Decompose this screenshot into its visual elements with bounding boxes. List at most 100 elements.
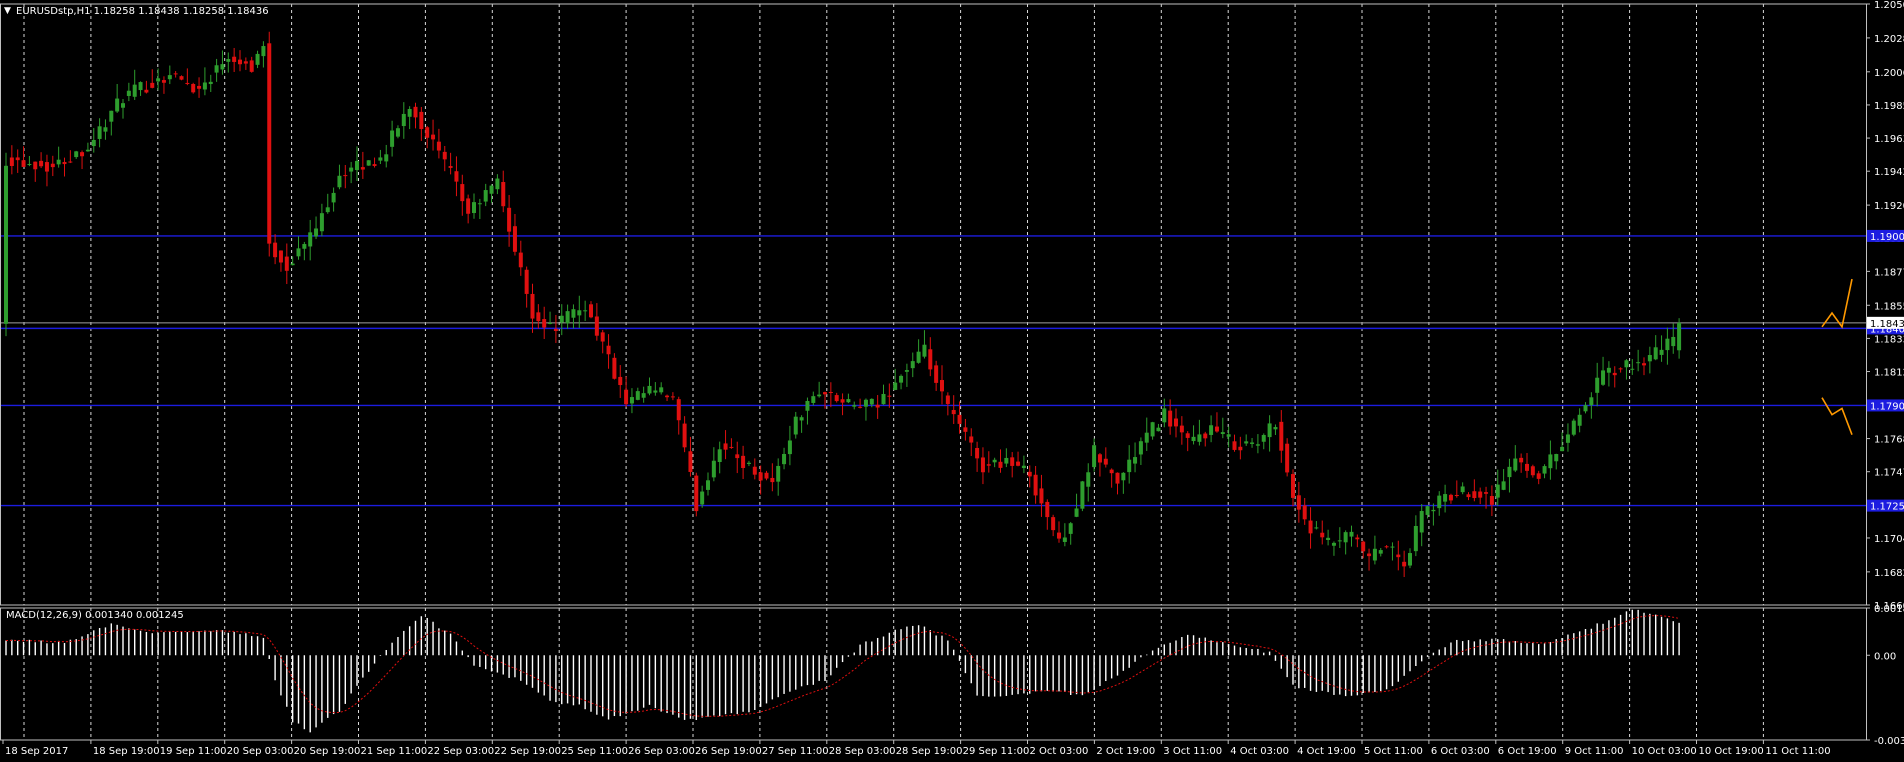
time-tick-label: 9 Oct 11:00 xyxy=(1565,746,1624,757)
candle-body xyxy=(1010,457,1015,466)
candle-body xyxy=(1443,494,1448,502)
candle-body xyxy=(343,175,348,177)
candle-body xyxy=(606,345,611,355)
candle xyxy=(4,152,8,337)
candle-body xyxy=(518,252,523,268)
candle-body xyxy=(957,414,962,424)
candle-body xyxy=(378,157,383,161)
candle-body xyxy=(290,263,295,266)
candle-body xyxy=(220,64,225,70)
candle-body xyxy=(331,192,336,203)
candle-body xyxy=(15,157,20,161)
candle-body xyxy=(904,370,909,372)
candle-body xyxy=(1115,472,1120,484)
price-tick-label: 1.17040 xyxy=(1874,534,1904,545)
time-tick-label: 27 Sep 11:00 xyxy=(762,746,829,757)
candle-body xyxy=(1601,370,1606,385)
candle-body xyxy=(267,43,272,244)
candle-body xyxy=(916,351,921,363)
candle-body xyxy=(1361,541,1366,552)
price-tick-label: 1.19850 xyxy=(1874,101,1904,112)
candle-body xyxy=(1320,532,1325,538)
candle-body xyxy=(413,106,418,118)
candle-body xyxy=(1185,433,1190,438)
candle-body xyxy=(226,59,231,62)
candle-body xyxy=(1577,414,1582,426)
candle-body xyxy=(150,82,155,88)
candle-body xyxy=(284,256,289,271)
candle-body xyxy=(1039,488,1044,504)
candle-body xyxy=(1261,434,1266,442)
candle xyxy=(694,472,699,517)
candle-body xyxy=(4,165,8,324)
candle-body xyxy=(21,160,26,167)
candle-body xyxy=(1291,474,1295,498)
candle-body xyxy=(934,365,939,383)
candle-body xyxy=(1378,550,1383,554)
candle-body xyxy=(208,81,213,85)
candle-body xyxy=(641,393,646,398)
candle-body xyxy=(97,126,102,139)
candle-body xyxy=(524,269,529,294)
candle-body xyxy=(1390,546,1395,548)
candle xyxy=(1080,480,1085,512)
candle-body xyxy=(700,491,705,505)
candle-body xyxy=(273,242,278,258)
candle-body xyxy=(945,395,950,404)
candle xyxy=(191,82,196,94)
candle-body xyxy=(460,184,465,202)
candle-body xyxy=(782,453,787,465)
chart-menu-icon[interactable]: ▼ xyxy=(4,6,11,16)
candle-body xyxy=(1536,473,1541,479)
candle-body xyxy=(121,103,125,108)
candle-body xyxy=(27,163,32,165)
candle-body xyxy=(1191,436,1196,442)
candle-body xyxy=(161,80,166,83)
candle-body xyxy=(817,394,822,397)
candle-body xyxy=(74,151,79,158)
time-tick-label: 18 Sep 19:00 xyxy=(93,746,160,757)
candle-body xyxy=(869,398,874,405)
candle-body xyxy=(1408,553,1412,566)
level-price-label: 1.17900 xyxy=(1870,401,1904,412)
candle-body xyxy=(454,171,459,182)
candle-body xyxy=(986,464,991,466)
candle-body xyxy=(355,160,359,171)
price-tick-label: 1.20285 xyxy=(1874,34,1904,45)
candle-body xyxy=(1133,457,1138,464)
candle-body xyxy=(711,460,716,478)
candle-body xyxy=(1484,492,1489,494)
candle-body xyxy=(1209,425,1214,435)
candle-body xyxy=(717,449,722,462)
time-tick-label: 2 Oct 19:00 xyxy=(1096,746,1155,757)
candle-body xyxy=(1548,454,1553,469)
time-tick-label: 6 Oct 19:00 xyxy=(1498,746,1557,757)
candle-body xyxy=(1021,465,1026,469)
candle-body xyxy=(1033,474,1038,496)
candle-body xyxy=(390,130,395,147)
time-tick-label: 20 Sep 03:00 xyxy=(227,746,294,757)
candle-body xyxy=(647,385,652,394)
candle-body xyxy=(998,461,1003,468)
price-tick-label: 1.19420 xyxy=(1874,167,1904,178)
candle-body xyxy=(512,226,517,252)
candle-body xyxy=(1478,491,1483,498)
candle-body xyxy=(1162,408,1167,423)
candle-body xyxy=(975,447,980,459)
candle-body xyxy=(407,109,412,117)
candle-body xyxy=(536,312,541,322)
candle-body xyxy=(50,163,55,168)
candle-body xyxy=(665,395,670,398)
candle-body xyxy=(629,397,634,404)
candle-body xyxy=(1314,527,1319,529)
candle-body xyxy=(612,357,617,379)
candle-body xyxy=(1156,427,1161,432)
candle-body xyxy=(752,466,757,475)
candle-body xyxy=(1168,410,1173,427)
candle-body xyxy=(793,416,798,435)
price-tick-label: 1.19635 xyxy=(1874,134,1904,145)
candle-body xyxy=(507,207,512,232)
candle-body xyxy=(249,60,254,72)
candle-body xyxy=(314,228,319,237)
chart-window[interactable]: 1.20505 1.20285 1.20065 1.19850 1.19635 1.194… xyxy=(0,0,1904,762)
